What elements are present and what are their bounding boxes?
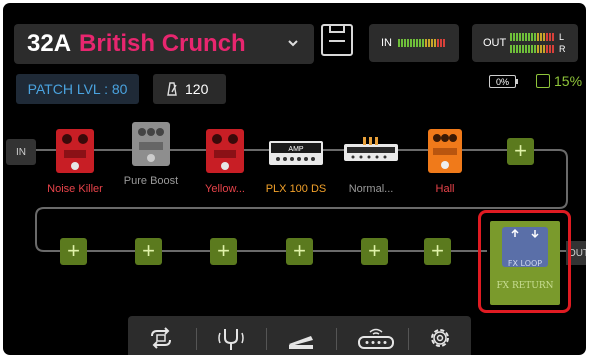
fx-loop-subtitle: FX RETURN bbox=[496, 281, 554, 291]
device-screen: 32A British Crunch IN OUT L R PATCH LVL … bbox=[3, 3, 586, 355]
fx-plx-100-ds[interactable]: AMP bbox=[268, 140, 324, 166]
fx-label-hall: Hall bbox=[435, 183, 455, 195]
add-fx-slot[interactable]: + bbox=[424, 238, 451, 265]
add-fx-slot[interactable]: + bbox=[210, 238, 237, 265]
noise-gate-pedal-icon bbox=[56, 129, 94, 173]
settings-icon[interactable] bbox=[425, 324, 455, 352]
chain-input-tag: IN bbox=[6, 139, 36, 165]
fx-pure-boost[interactable] bbox=[131, 121, 171, 167]
amp-icon: AMP bbox=[269, 141, 323, 165]
router-icon[interactable] bbox=[356, 324, 396, 352]
fx-normal[interactable] bbox=[343, 136, 399, 162]
overdrive-pedal-icon bbox=[206, 129, 244, 173]
svg-text:AMP: AMP bbox=[288, 146, 304, 153]
tuner-icon[interactable] bbox=[216, 324, 246, 352]
add-fx-slot[interactable]: + bbox=[135, 238, 162, 265]
add-fx-slot[interactable]: + bbox=[507, 138, 534, 165]
fx-hall-reverb[interactable] bbox=[427, 128, 463, 174]
fx-yellow[interactable] bbox=[205, 128, 245, 174]
cabinet-icon bbox=[344, 137, 398, 161]
boost-pedal-icon bbox=[132, 122, 170, 166]
add-fx-slot[interactable]: + bbox=[361, 238, 388, 265]
add-fx-slot[interactable]: + bbox=[286, 238, 313, 265]
fx-loop-title: FX LOOP bbox=[507, 259, 543, 268]
fx-loop-block[interactable]: FX LOOP FX RETURN bbox=[490, 221, 560, 305]
fx-noise-killer[interactable] bbox=[55, 128, 95, 174]
bottom-toolbar bbox=[128, 316, 471, 355]
reverb-pedal-icon bbox=[428, 129, 462, 173]
loop-icon[interactable] bbox=[146, 324, 176, 352]
expression-pedal-icon[interactable] bbox=[286, 324, 316, 352]
add-fx-slot[interactable]: + bbox=[60, 238, 87, 265]
